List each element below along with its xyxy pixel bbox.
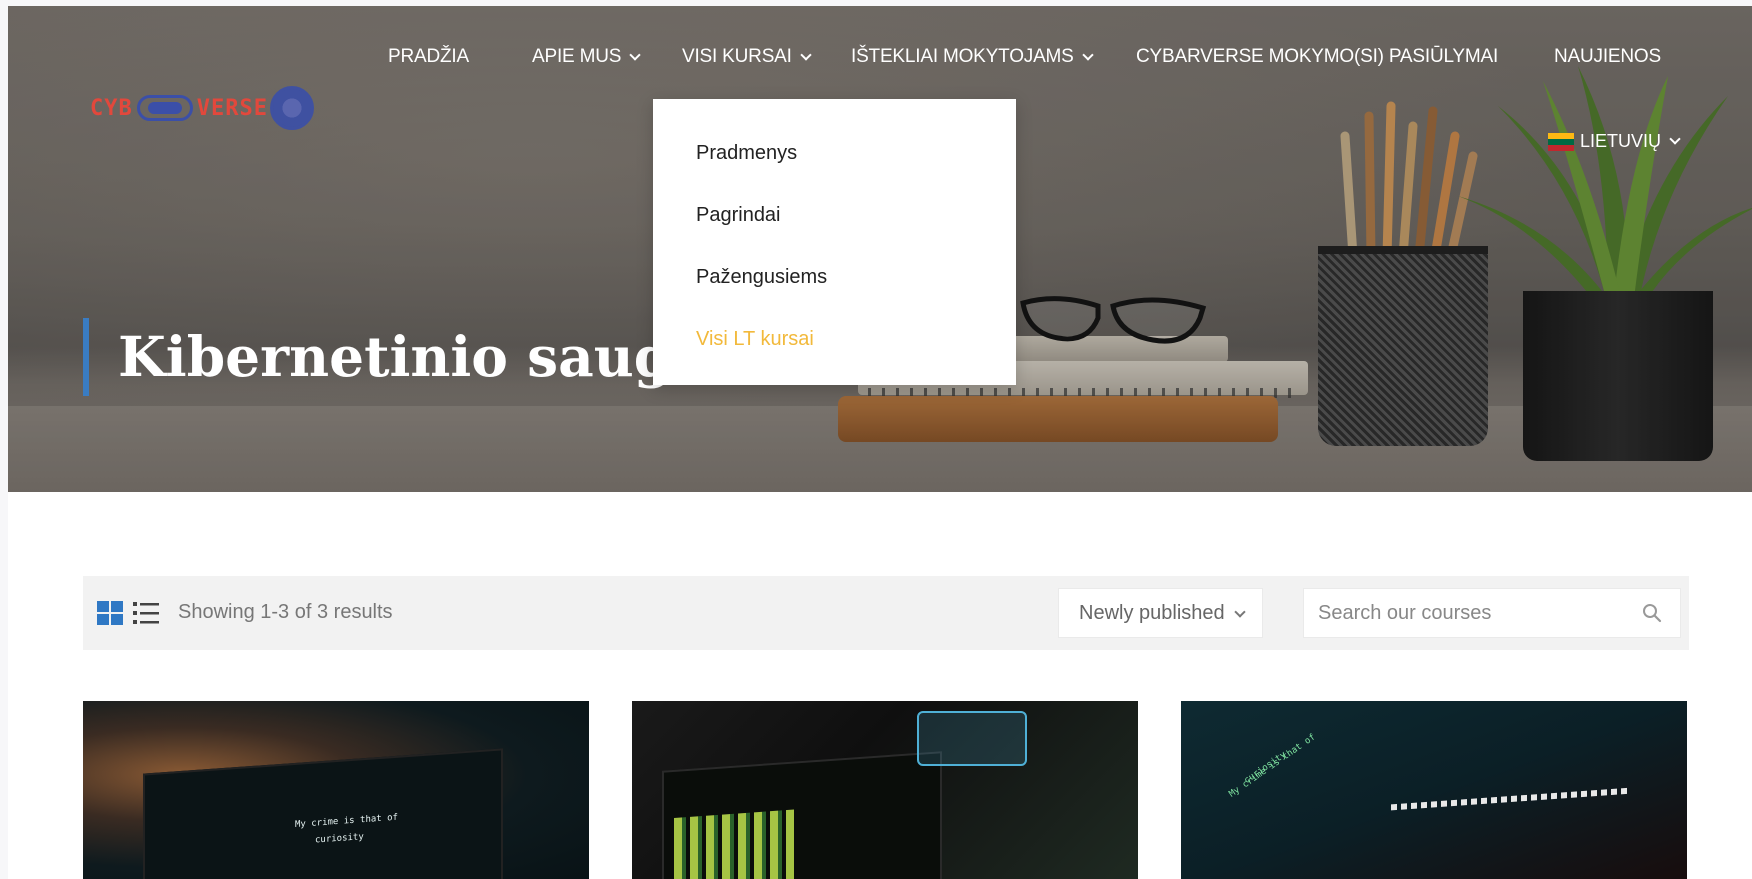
site-logo[interactable]: CYB VERSE	[90, 84, 314, 132]
holographic-display-graphic	[917, 711, 1027, 766]
sort-select[interactable]: Newly published	[1058, 588, 1263, 638]
nav-item-visi-kursai[interactable]: VISI KURSAI	[682, 46, 812, 68]
logo-pill-icon	[136, 95, 193, 121]
screen-text: My crime is that of	[295, 812, 398, 830]
chevron-down-icon	[1669, 133, 1681, 145]
nav-item-label: APIE MUS	[532, 46, 622, 67]
monitor-chart-graphic	[674, 809, 794, 879]
globe-icon	[269, 86, 314, 130]
dropdown-item-visi-lt-kursai[interactable]: Visi LT kursai	[696, 328, 814, 351]
screen-text: curiosity	[315, 832, 364, 846]
keyboard-led-graphic	[1391, 787, 1631, 811]
nav-item-cybarverse-pasiulymai[interactable]: CYBARVERSE MOKYMO(SI) PASIŪLYMAI	[1136, 46, 1498, 68]
nav-item-label: VISI KURSAI	[682, 46, 792, 67]
nav-item-istekliai-mokytojams[interactable]: IŠTEKLIAI MOKYTOJAMS	[851, 46, 1094, 68]
chevron-down-icon	[800, 48, 812, 61]
chevron-down-icon	[629, 48, 641, 61]
nav-item-naujienos[interactable]: NAUJIENOS	[1554, 46, 1661, 68]
laptop-screen: My crime is that of curiosity	[143, 748, 503, 879]
monitor-screen	[662, 751, 942, 879]
course-toolbar: Showing 1-3 of 3 results Newly published	[83, 576, 1689, 650]
logo-text-right: VERSE	[196, 95, 268, 121]
list-view-icon[interactable]	[133, 601, 159, 625]
nav-item-label: CYBARVERSE MOKYMO(SI) PASIŪLYMAI	[1136, 46, 1499, 67]
hero-banner: CYB VERSE PRADŽIA APIE MUS VISI KURSAI I…	[8, 6, 1752, 492]
screen-text: curiosity	[1242, 749, 1289, 787]
results-count: Showing 1-3 of 3 results	[178, 601, 393, 623]
chevron-down-icon	[1081, 48, 1094, 61]
nav-item-label: IŠTEKLIAI MOKYTOJAMS	[851, 46, 1074, 67]
logo-text-left: CYB	[90, 95, 133, 121]
dropdown-item-pagrindai[interactable]: Pagrindai	[696, 204, 781, 227]
search-icon[interactable]	[1642, 603, 1662, 623]
sort-selected-value: Newly published	[1079, 601, 1225, 624]
course-card-image[interactable]: My crime is that of curiosity	[83, 701, 589, 879]
grid-view-icon[interactable]	[97, 601, 123, 625]
language-switcher[interactable]: LIETUVIŲ	[1548, 131, 1681, 152]
dropdown-item-pradmenys[interactable]: Pradmenys	[696, 142, 797, 165]
page: CYB VERSE PRADŽIA APIE MUS VISI KURSAI I…	[8, 6, 1752, 879]
courses-dropdown-menu: Pradmenys Pagrindai Pažengusiems Visi LT…	[653, 99, 1016, 385]
dropdown-item-pazengusiems[interactable]: Pažengusiems	[696, 266, 827, 289]
flag-lithuania-icon	[1548, 132, 1574, 151]
course-card-image[interactable]: My crime is that of curiosity	[1181, 701, 1687, 879]
course-search	[1303, 588, 1681, 638]
logo-wordmark: CYB VERSE	[90, 95, 268, 121]
nav-item-apie-mus[interactable]: APIE MUS	[532, 46, 641, 68]
search-input[interactable]	[1304, 589, 1634, 637]
chevron-down-icon	[1234, 606, 1246, 618]
title-accent-bar	[83, 318, 89, 396]
nav-item-pradzia[interactable]: PRADŽIA	[388, 46, 469, 68]
course-card-image[interactable]	[632, 701, 1138, 879]
main-nav: PRADŽIA APIE MUS VISI KURSAI IŠTEKLIAI M…	[8, 46, 1752, 76]
nav-item-label: NAUJIENOS	[1554, 46, 1661, 67]
language-label: LIETUVIŲ	[1580, 131, 1662, 151]
nav-item-label: PRADŽIA	[388, 46, 469, 67]
